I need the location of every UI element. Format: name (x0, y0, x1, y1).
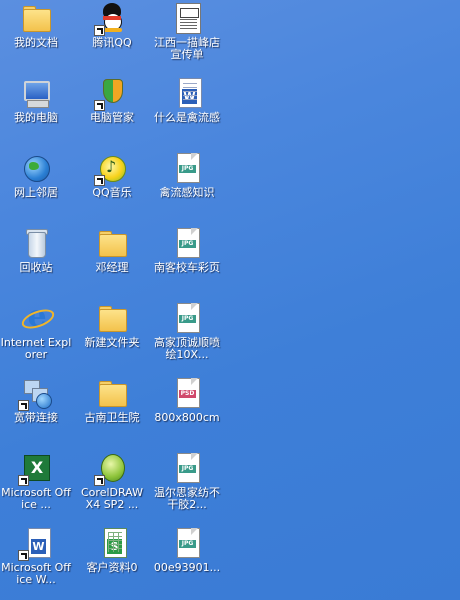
desktop-icon-what-is-bird-flu[interactable]: W 什么是禽流感 (151, 77, 223, 149)
network-places-icon (20, 152, 52, 184)
desktop-icon-microsoft-word[interactable]: W Microsoft Office W... (0, 527, 72, 599)
icon-label: 00e93901... (153, 561, 221, 574)
folder-icon (20, 2, 52, 34)
icon-label: 我的电脑 (14, 111, 58, 124)
icon-label: 温尔思家纺不干胶2... (154, 486, 220, 511)
word-document-icon: W (171, 77, 203, 109)
desktop-icon-textile-sticker[interactable]: JPG 温尔思家纺不干胶2... (151, 452, 223, 524)
icon-label: 古南卫生院 (84, 411, 140, 424)
shortcut-arrow-icon (18, 475, 29, 486)
icon-label: 禽流感知识 (159, 186, 215, 199)
desktop-icon-network-places[interactable]: 网上邻居 (0, 152, 72, 224)
desktop-icon-new-folder[interactable]: 新建文件夹 (76, 302, 148, 374)
desktop-icon-my-computer[interactable]: 我的电脑 (0, 77, 72, 149)
icon-label: CorelDRAW X4 SP2 ... (81, 486, 143, 511)
icon-label: 网上邻居 (14, 186, 58, 199)
icon-label: 新建文件夹 (84, 336, 140, 349)
desktop-icon-folder-gunan-clinic[interactable]: 古南卫生院 (76, 377, 148, 449)
icon-label: 宽带连接 (14, 411, 58, 424)
desktop-icon-coreldraw[interactable]: CorelDRAW X4 SP2 ... (76, 452, 148, 524)
icon-label: 高家顶诚顺喷绘10X... (154, 336, 220, 361)
desktop-icon-pc-manager[interactable]: 电脑管家 (76, 77, 148, 149)
icon-label: 客户资料0 (86, 561, 138, 574)
icon-label: 南客校车彩页 (154, 261, 220, 274)
jpg-file-icon: JPG (171, 527, 203, 559)
jpg-file-icon: JPG (171, 302, 203, 334)
desktop-icon-microsoft-excel[interactable]: X Microsoft Office ... (0, 452, 72, 524)
computer-icon (20, 77, 52, 109)
folder-icon (96, 227, 128, 259)
desktop-icon-customer-data[interactable]: S 客户资料0 (76, 527, 148, 599)
icon-label: Internet Explorer (0, 336, 72, 361)
shortcut-arrow-icon (94, 25, 105, 36)
icon-label: 什么是禽流感 (154, 111, 220, 124)
icon-label: 回收站 (19, 261, 53, 274)
shield-icon (94, 77, 128, 111)
desktop-icon-qq-music[interactable]: ♪ QQ音乐 (76, 152, 148, 224)
icon-label: 腾讯QQ (92, 36, 132, 49)
icon-label: QQ音乐 (92, 186, 132, 199)
desktop-icon-jiangxi-flyer[interactable]: 江西一描峰店宣传单 (151, 2, 223, 74)
desktop-icon-folder-deng-manager[interactable]: 邓经理 (76, 227, 148, 299)
shortcut-arrow-icon (94, 175, 105, 186)
jpg-file-icon: JPG (171, 152, 203, 184)
shortcut-arrow-icon (18, 400, 29, 411)
music-icon: ♪ (94, 152, 128, 186)
icon-label: 800x800cm (154, 411, 220, 424)
shortcut-arrow-icon (94, 475, 105, 486)
desktop-icon-00e93901[interactable]: JPG 00e93901... (151, 527, 223, 599)
excel-icon: X (18, 452, 52, 486)
recycle-bin-icon (20, 227, 52, 259)
icon-label: 江西一描峰店宣传单 (154, 36, 220, 61)
desktop-icon-tencent-qq[interactable]: 腾讯QQ (76, 2, 148, 74)
desktop: 我的文档 我的电脑 网上邻居 回收站 e Internet Explorer 宽… (0, 0, 460, 600)
document-icon (171, 2, 203, 34)
icon-label: 邓经理 (95, 261, 129, 274)
desktop-icon-broadband-connection[interactable]: 宽带连接 (0, 377, 72, 449)
spreadsheet-icon: S (96, 527, 128, 559)
desktop-icon-bird-flu-knowledge[interactable]: JPG 禽流感知识 (151, 152, 223, 224)
coreldraw-icon (94, 452, 128, 486)
psd-file-icon: PSD (171, 377, 203, 409)
network-connection-icon (18, 377, 52, 411)
word-icon: W (18, 527, 52, 561)
internet-explorer-icon: e (19, 302, 57, 334)
desktop-icon-internet-explorer[interactable]: e Internet Explorer (0, 302, 72, 374)
icon-label: 我的文档 (14, 36, 58, 49)
folder-icon (96, 377, 128, 409)
desktop-icon-school-bus-brochure[interactable]: JPG 南客校车彩页 (151, 227, 223, 299)
qq-penguin-icon (94, 2, 128, 36)
jpg-file-icon: JPG (171, 227, 203, 259)
folder-icon (96, 302, 128, 334)
desktop-icon-print-10x[interactable]: JPG 高家顶诚顺喷绘10X... (151, 302, 223, 374)
desktop-icon-recycle-bin[interactable]: 回收站 (0, 227, 72, 299)
icon-label: Microsoft Office ... (1, 486, 71, 511)
icon-label: Microsoft Office W... (1, 561, 71, 586)
shortcut-arrow-icon (18, 550, 29, 561)
shortcut-arrow-icon (94, 100, 105, 111)
jpg-file-icon: JPG (171, 452, 203, 484)
icon-label: 电脑管家 (90, 111, 134, 124)
desktop-icon-800x800cm[interactable]: PSD 800x800cm (151, 377, 223, 449)
desktop-icon-my-documents[interactable]: 我的文档 (0, 2, 72, 74)
